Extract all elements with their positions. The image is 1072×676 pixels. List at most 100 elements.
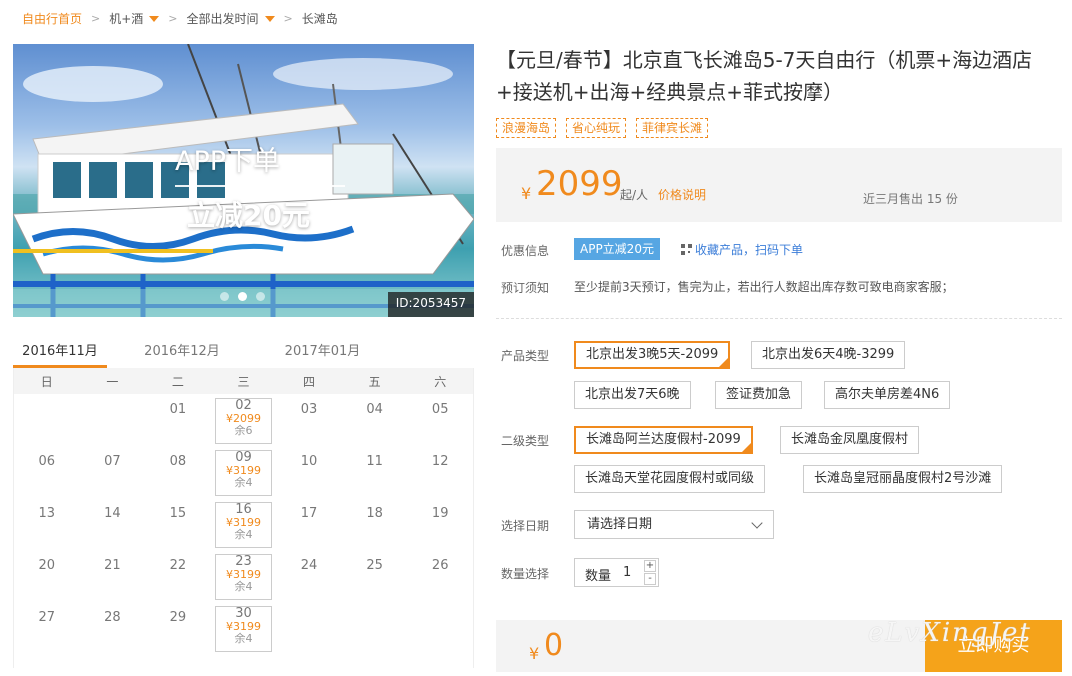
weekday-label: 四 bbox=[303, 374, 316, 389]
calendar-day: 18 bbox=[342, 498, 408, 550]
date-select-value: 请选择日期 bbox=[587, 517, 653, 532]
day-number: 12 bbox=[431, 454, 449, 469]
product-type-option[interactable]: 北京出发7天6晚 bbox=[574, 381, 691, 409]
breadcrumb-item-destination[interactable]: 长滩岛 bbox=[302, 10, 338, 27]
subtype-label: 二级类型 bbox=[501, 434, 550, 448]
subtype-option[interactable]: 长滩岛金凤凰度假村 bbox=[780, 426, 920, 454]
chevron-right-icon: > bbox=[91, 11, 101, 25]
calendar-day: 12 bbox=[407, 446, 473, 498]
day-number: 30 bbox=[235, 606, 252, 621]
calendar-week-row: 20 21 22 23 ¥3199 余4 24 25 26 bbox=[14, 550, 473, 602]
carousel-dot-active[interactable] bbox=[238, 292, 247, 301]
calendar-body: 01 02 ¥2099 余6 03 04 05 06 07 08 09 ¥3199 余4 10 11 12 13… bbox=[14, 394, 473, 654]
calendar-week-row: 27 28 29 30 ¥3199 余4 bbox=[14, 602, 473, 654]
quantity-input[interactable]: 1 bbox=[623, 565, 631, 580]
weekday-label: 二 bbox=[171, 374, 184, 389]
product-title: 【元旦/春节】北京直飞长滩岛5-7天自由行（机票+海边酒店+接送机+出海+经典景… bbox=[496, 48, 1033, 104]
day-remaining: 余4 bbox=[234, 580, 253, 593]
day-number: 28 bbox=[104, 610, 121, 625]
day-remaining: 余6 bbox=[234, 424, 253, 437]
calendar-week-row: 01 02 ¥2099 余6 03 04 05 bbox=[14, 394, 473, 446]
day-number: 10 bbox=[300, 454, 318, 469]
calendar-day-available[interactable]: 02 ¥2099 余6 bbox=[211, 394, 277, 446]
calendar-day-available[interactable]: 23 ¥3199 余4 bbox=[211, 550, 277, 602]
calendar-day: 27 bbox=[14, 602, 80, 654]
calendar-day: 20 bbox=[14, 550, 80, 602]
tab-month-dec[interactable]: 2016年12月 bbox=[107, 334, 257, 368]
product-type-option[interactable]: 签证费加急 bbox=[715, 381, 803, 409]
calendar-day: 14 bbox=[80, 498, 146, 550]
carousel-dot[interactable] bbox=[220, 292, 229, 301]
price-amount: 2099 bbox=[536, 164, 623, 204]
weekday-label: 六 bbox=[434, 374, 447, 389]
day-number: 02 bbox=[235, 398, 252, 413]
calendar-day: 01 bbox=[145, 394, 211, 446]
calendar-day-available[interactable]: 16 ¥3199 余4 bbox=[211, 498, 277, 550]
chevron-down-icon bbox=[751, 517, 763, 529]
calendar-day bbox=[14, 394, 80, 446]
notice-label: 预订须知 bbox=[501, 281, 550, 295]
subtype-option[interactable]: 长滩岛皇冠丽晶度假村2号沙滩 bbox=[803, 465, 1003, 493]
day-number: 18 bbox=[366, 506, 383, 521]
breadcrumb: 自由行首页 > 机+酒 > 全部出发时间 > 长滩岛 bbox=[22, 9, 338, 27]
breadcrumb-item-route[interactable]: 机+酒 bbox=[109, 10, 160, 27]
day-number: 19 bbox=[431, 506, 449, 521]
app-discount-badge: APP立减20元 bbox=[574, 238, 660, 260]
calendar-day: 28 bbox=[80, 602, 146, 654]
day-number: 11 bbox=[366, 454, 383, 469]
day-number: 07 bbox=[104, 454, 121, 469]
departure-calendar: 日 一 二 三 四 五 六 01 02 ¥2099 余6 03 04 05 06 07 08 09 ¥… bbox=[13, 368, 474, 668]
day-number: 27 bbox=[38, 610, 56, 625]
product-id-tag: ID:2053457 bbox=[387, 292, 474, 317]
discount-label: 优惠信息 bbox=[501, 244, 550, 258]
day-number: 20 bbox=[38, 558, 56, 573]
day-number: 29 bbox=[169, 610, 187, 625]
calendar-day-available[interactable]: 09 ¥3199 余4 bbox=[211, 446, 277, 498]
tab-month-nov[interactable]: 2016年11月 bbox=[13, 334, 107, 368]
weekday-label: 五 bbox=[368, 374, 381, 389]
calendar-month-tabs: 2016年11月 2016年12月 2017年01月 bbox=[13, 334, 474, 368]
product-tag: 浪漫海岛 bbox=[496, 118, 557, 138]
day-number: 25 bbox=[366, 558, 383, 573]
subtype-option[interactable]: 长滩岛天堂花园度假村或同级 bbox=[574, 465, 766, 493]
day-number: 06 bbox=[38, 454, 56, 469]
day-number: 01 bbox=[169, 402, 187, 417]
calendar-day bbox=[407, 602, 473, 654]
calendar-day: 08 bbox=[145, 446, 211, 498]
calendar-day-available[interactable]: 30 ¥3199 余4 bbox=[211, 602, 277, 654]
boat-photo bbox=[13, 44, 474, 317]
day-number: 04 bbox=[366, 402, 383, 417]
subtype-option-selected[interactable]: 长滩岛阿兰达度假村-2099 bbox=[574, 426, 753, 454]
product-type-option[interactable]: 北京出发6天4晚-3299 bbox=[751, 341, 906, 369]
notice-text: 至少提前3天预订，售完为止，若出行人数超出库存数可致电商家客服； bbox=[574, 280, 954, 294]
increment-button[interactable]: + bbox=[644, 560, 656, 572]
breadcrumb-item-departure[interactable]: 全部出发时间 bbox=[187, 10, 275, 27]
day-number: 17 bbox=[300, 506, 318, 521]
product-tags: 浪漫海岛 省心纯玩 菲律宾长滩 bbox=[496, 118, 709, 138]
qr-collect-link[interactable]: 收藏产品，扫码下单 bbox=[681, 241, 803, 258]
quantity-stepper: 数量 1 + - bbox=[574, 558, 659, 587]
tab-month-jan[interactable]: 2017年01月 bbox=[257, 334, 388, 368]
product-type-option-selected[interactable]: 北京出发3晚5天-2099 bbox=[574, 341, 731, 369]
day-remaining: 余4 bbox=[234, 632, 253, 645]
product-image-carousel[interactable]: APP下单 立减20元 ID:2053457 bbox=[13, 44, 474, 317]
price-currency: ¥ bbox=[521, 184, 532, 203]
weekday-label: 一 bbox=[106, 374, 119, 389]
promo-line-2: 立减20元 bbox=[187, 199, 310, 232]
product-type-option[interactable]: 高尔夫单房差4N6 bbox=[824, 381, 951, 409]
day-number: 21 bbox=[104, 558, 121, 573]
day-number: 15 bbox=[169, 506, 187, 521]
date-select[interactable]: 请选择日期 bbox=[574, 510, 774, 539]
calendar-day: 25 bbox=[342, 550, 408, 602]
divider bbox=[496, 318, 1062, 319]
buy-now-button[interactable]: 立即购买 bbox=[925, 620, 1062, 672]
breadcrumb-home-link[interactable]: 自由行首页 bbox=[22, 10, 82, 27]
price-explain-link[interactable]: 价格说明 bbox=[658, 186, 706, 203]
day-remaining: 余4 bbox=[234, 476, 253, 489]
calendar-day: 15 bbox=[145, 498, 211, 550]
calendar-week-row: 06 07 08 09 ¥3199 余4 10 11 12 bbox=[14, 446, 473, 498]
carousel-dot[interactable] bbox=[256, 292, 265, 301]
day-number: 09 bbox=[235, 450, 252, 465]
calendar-day: 06 bbox=[14, 446, 80, 498]
decrement-button[interactable]: - bbox=[644, 573, 656, 585]
